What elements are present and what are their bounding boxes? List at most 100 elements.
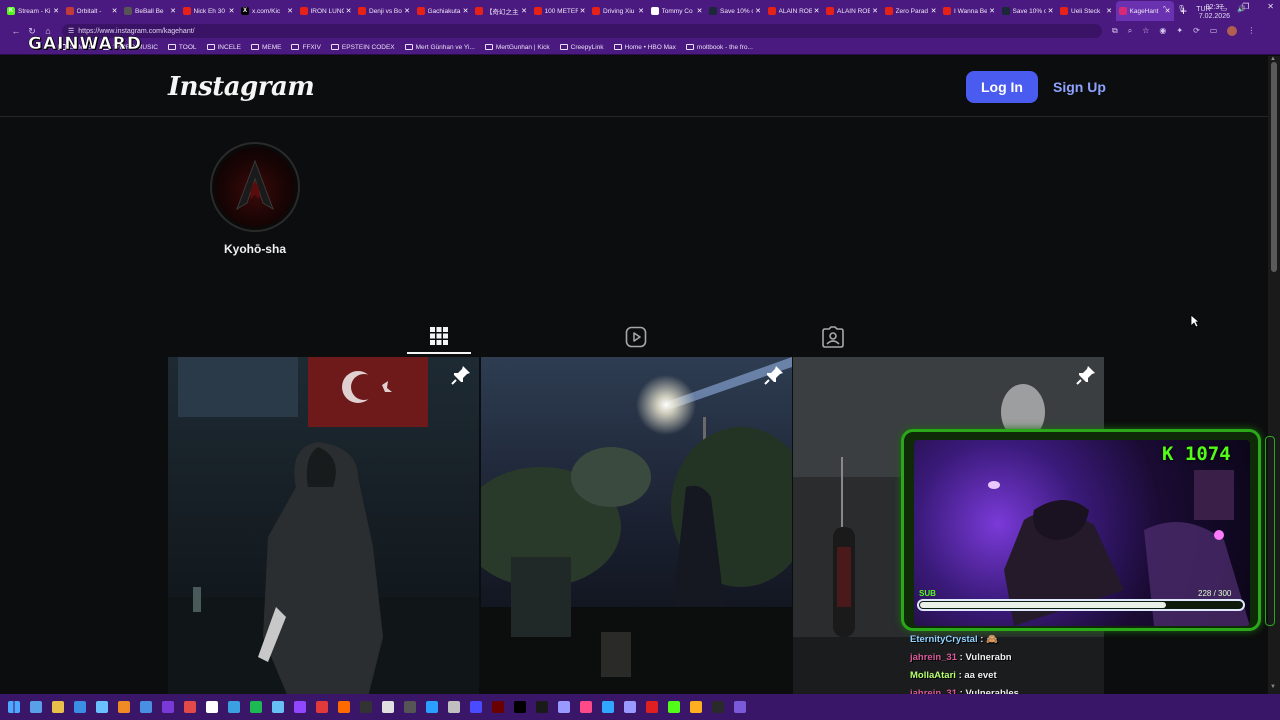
windows-start-icon[interactable] xyxy=(8,701,20,713)
profile-avatar[interactable] xyxy=(1227,26,1238,36)
extensions-puzzle-icon[interactable]: ✦ xyxy=(1176,26,1183,36)
tray-expand-icon[interactable]: ⌃ xyxy=(1162,5,1168,13)
tab-close-icon[interactable]: ✕ xyxy=(755,7,761,15)
taskbar-clock[interactable]: 02:37 7.02.2026 xyxy=(1199,3,1230,21)
bookmark-item[interactable]: MertGunhan | Kick xyxy=(484,44,550,51)
browser-tab[interactable]: Nick Eh 30 ✕ xyxy=(180,1,238,21)
tab-close-icon[interactable]: ✕ xyxy=(112,7,118,15)
tab-close-icon[interactable]: ✕ xyxy=(463,7,469,15)
tab-close-icon[interactable]: ✕ xyxy=(229,7,235,15)
tab-close-icon[interactable]: ✕ xyxy=(697,7,703,15)
taskbar-app-icon[interactable] xyxy=(74,701,86,713)
browser-tab[interactable]: 100 METER ✕ xyxy=(531,1,589,21)
instagram-logo[interactable]: Instagram xyxy=(168,72,315,102)
tab-close-icon[interactable]: ✕ xyxy=(989,7,995,15)
tab-reels[interactable] xyxy=(604,320,668,354)
tab-posts-grid[interactable] xyxy=(407,320,471,354)
post-tile[interactable] xyxy=(481,357,792,694)
bookmark-item[interactable]: INCELE xyxy=(206,44,241,51)
taskbar-app-icon[interactable] xyxy=(316,701,328,713)
post-tile[interactable] xyxy=(168,357,479,694)
taskbar-app-icon[interactable] xyxy=(448,701,460,713)
taskbar-app-icon[interactable] xyxy=(668,701,680,713)
taskbar-app-icon[interactable] xyxy=(404,701,416,713)
tab-close-icon[interactable]: ✕ xyxy=(638,7,644,15)
browser-tab[interactable]: BeBall Be ✕ xyxy=(121,1,179,21)
browser-tab[interactable]: K Stream - Ki ✕ xyxy=(4,1,62,21)
scroll-down-icon[interactable]: ▼ xyxy=(1270,684,1276,690)
browser-tab[interactable]: Save 10% o ✕ xyxy=(706,1,764,21)
taskbar-app-icon[interactable] xyxy=(228,701,240,713)
tab-close-icon[interactable]: ✕ xyxy=(287,7,293,15)
bookmark-item[interactable]: FFXIV xyxy=(291,44,321,51)
back-icon[interactable]: ← xyxy=(8,26,24,36)
taskbar-app-icon[interactable] xyxy=(162,701,174,713)
taskbar-app-icon[interactable] xyxy=(514,701,526,713)
taskbar-app-icon[interactable] xyxy=(558,701,570,713)
bookmark-item[interactable]: CreepyLink xyxy=(559,44,604,51)
taskbar-app-icon[interactable] xyxy=(470,701,482,713)
browser-tab[interactable]: W Tommy Co ✕ xyxy=(648,1,706,21)
taskbar-app-icon[interactable] xyxy=(426,701,438,713)
taskbar-app-icon[interactable] xyxy=(96,701,108,713)
zoom-icon[interactable]: ⌕ xyxy=(1128,26,1132,36)
tab-close-icon[interactable]: ✕ xyxy=(170,7,176,15)
bookmark-item[interactable]: Mert Günhan ve Yi... xyxy=(404,44,475,51)
taskbar-app-icon[interactable] xyxy=(294,701,306,713)
tab-tagged[interactable] xyxy=(801,320,865,354)
browser-tab[interactable]: ALAIN ROB ✕ xyxy=(823,1,881,21)
browser-tab[interactable]: Gachiakuta ✕ xyxy=(414,1,472,21)
tab-close-icon[interactable]: ✕ xyxy=(931,7,937,15)
bookmark-item[interactable]: Home • HBO Max xyxy=(613,44,676,51)
tab-close-icon[interactable]: ✕ xyxy=(814,7,820,15)
scroll-thumb[interactable] xyxy=(1271,62,1277,272)
profile-avatar[interactable] xyxy=(210,142,300,232)
browser-tab[interactable]: Ueli Steck ✕ xyxy=(1057,1,1115,21)
extension-icon[interactable]: ◉ xyxy=(1159,26,1166,36)
browser-tab[interactable]: ALAIN ROB ✕ xyxy=(765,1,823,21)
taskbar-app-icon[interactable] xyxy=(602,701,614,713)
browser-tab[interactable]: 【奇幻之主】✕ xyxy=(472,1,530,21)
taskbar-app-icon[interactable] xyxy=(646,701,658,713)
browser-tab[interactable]: I Wanna Be ✕ xyxy=(940,1,998,21)
browser-tab[interactable]: Denji vs Bo ✕ xyxy=(355,1,413,21)
taskbar-app-icon[interactable] xyxy=(272,701,284,713)
taskbar-app-icon[interactable] xyxy=(360,701,372,713)
translate-icon[interactable]: ⧉ xyxy=(1112,26,1118,36)
taskbar-app-icon[interactable] xyxy=(580,701,592,713)
taskbar-app-icon[interactable] xyxy=(250,701,262,713)
browser-tab[interactable]: Orbitalt - ✕ xyxy=(63,1,121,21)
tab-close-icon[interactable]: ✕ xyxy=(346,7,352,15)
taskbar-app-icon[interactable] xyxy=(536,701,548,713)
tab-close-icon[interactable]: ✕ xyxy=(580,7,586,15)
tab-close-icon[interactable]: ✕ xyxy=(53,7,59,15)
taskbar-app-icon[interactable] xyxy=(118,701,130,713)
chat-username[interactable]: jahrein_31 xyxy=(910,652,957,663)
browser-tab[interactable]: IRON LUNG ✕ xyxy=(297,1,355,21)
bookmark-star-icon[interactable]: ☆ xyxy=(1142,26,1149,36)
taskbar-app-icon[interactable] xyxy=(734,701,746,713)
url-field[interactable]: ☰ https://www.instagram.com/kagehant/ xyxy=(62,24,1102,38)
close-window-icon[interactable]: ✕ xyxy=(1267,2,1274,11)
bookmark-item[interactable]: TOOL xyxy=(167,44,197,51)
split-icon[interactable]: ▭ xyxy=(1210,26,1218,36)
taskbar-app-icon[interactable] xyxy=(382,701,394,713)
taskbar-app-icon[interactable] xyxy=(712,701,724,713)
tab-close-icon[interactable]: ✕ xyxy=(521,7,527,15)
browser-tab[interactable]: Save 10% o ✕ xyxy=(999,1,1057,21)
taskbar-app-icon[interactable] xyxy=(30,701,42,713)
tab-close-icon[interactable]: ✕ xyxy=(1048,7,1054,15)
browser-tab[interactable]: Xx.com/Kic ✕ xyxy=(238,1,296,21)
taskbar-app-icon[interactable] xyxy=(624,701,636,713)
browser-tab[interactable]: Zero Parad ✕ xyxy=(882,1,940,21)
bookmark-item[interactable]: EPSTEIN CODEX xyxy=(330,44,395,51)
taskbar-app-icon[interactable] xyxy=(492,701,504,713)
signup-link[interactable]: Sign Up xyxy=(1053,79,1106,95)
tab-close-icon[interactable]: ✕ xyxy=(1106,7,1112,15)
taskbar-app-icon[interactable] xyxy=(338,701,350,713)
chat-username[interactable]: EternityCrystal xyxy=(910,634,978,645)
bookmark-item[interactable]: MEME xyxy=(250,44,281,51)
browser-tab[interactable]: Driving Xiu ✕ xyxy=(589,1,647,21)
menu-icon[interactable]: ⋮ xyxy=(1247,26,1255,36)
taskbar-app-icon[interactable] xyxy=(52,701,64,713)
